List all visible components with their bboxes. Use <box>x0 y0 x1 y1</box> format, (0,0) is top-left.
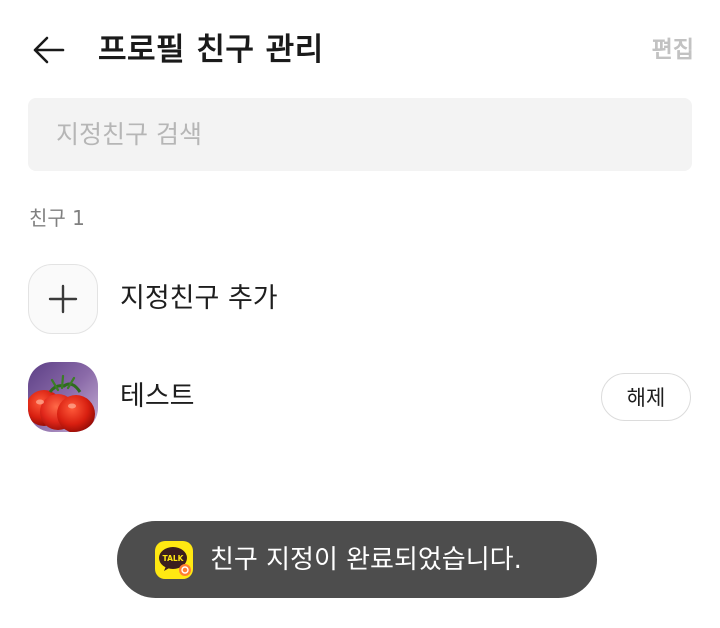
add-friend-tile <box>28 264 98 334</box>
toast-logo-text: TALK <box>163 554 185 563</box>
add-friend-label: 지정친구 추가 <box>120 283 278 314</box>
tomato-image <box>28 362 98 432</box>
friend-avatar <box>28 362 98 432</box>
kakaotalk-logo-icon: TALK <box>155 541 193 579</box>
back-button[interactable] <box>28 30 68 70</box>
header: 프로필 친구 관리 편집 <box>0 0 720 100</box>
friend-name: 테스트 <box>120 381 195 412</box>
release-button[interactable]: 해제 <box>601 373 691 421</box>
friend-count-label: 친구 1 <box>29 206 85 230</box>
search-box <box>28 98 692 171</box>
page-title: 프로필 친구 관리 <box>98 32 324 68</box>
edit-button[interactable]: 편집 <box>652 32 694 68</box>
toast-message: TALK 친구 지정이 완료되었습니다. <box>117 521 597 598</box>
friend-row[interactable]: 테스트 해제 <box>0 360 720 436</box>
search-input[interactable] <box>56 98 666 171</box>
arrow-left-icon <box>33 36 65 64</box>
plus-icon <box>48 284 78 314</box>
toast-text: 친구 지정이 완료되었습니다. <box>210 545 522 575</box>
add-designated-friend-row[interactable]: 지정친구 추가 <box>0 262 720 338</box>
